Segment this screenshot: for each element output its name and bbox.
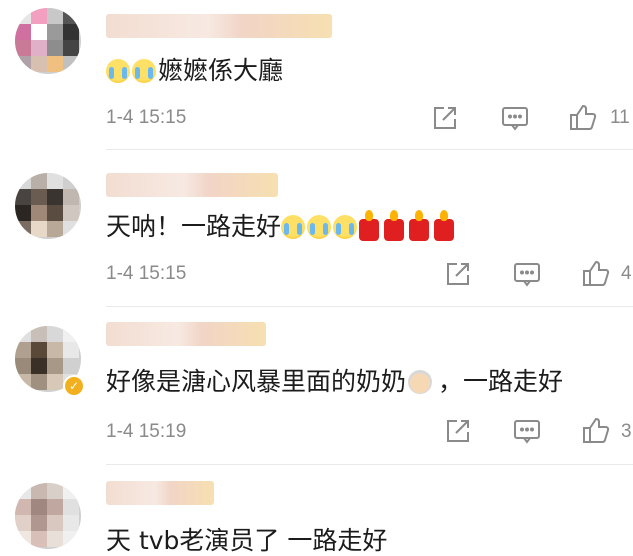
- share-icon[interactable]: [430, 103, 460, 133]
- comment-text: 天呐！一路走好: [106, 210, 459, 242]
- username[interactable]: [106, 322, 266, 346]
- comment-icon[interactable]: [512, 416, 542, 446]
- thumbs-up-icon[interactable]: [568, 102, 598, 132]
- cry-emoji: [307, 215, 332, 239]
- candle-emoji: [434, 210, 455, 241]
- thumbs-up-icon[interactable]: [581, 415, 611, 445]
- timestamp: 1-4 15:15: [106, 107, 187, 128]
- timestamp: 1-4 15:19: [106, 421, 187, 442]
- comment-icon[interactable]: [512, 259, 542, 289]
- like-count: 11: [610, 107, 630, 128]
- comment-text: 好像是溏心风暴里面的奶奶 ，一路走好: [106, 367, 563, 397]
- username[interactable]: [106, 481, 214, 505]
- username[interactable]: [106, 14, 332, 38]
- verified-badge: ✓: [63, 375, 85, 397]
- candle-emoji: [359, 210, 380, 241]
- share-icon[interactable]: [443, 259, 473, 289]
- cry-emoji: [106, 59, 130, 83]
- share-icon[interactable]: [443, 416, 473, 446]
- comment-text: 嬷嬷係大廳: [106, 56, 283, 86]
- cry-emoji: [333, 215, 358, 239]
- candle-emoji: [384, 210, 405, 241]
- comment-text: 天 tvb老演员了 一路走好: [106, 526, 387, 556]
- username[interactable]: [106, 173, 278, 197]
- divider: [106, 464, 633, 465]
- cry-emoji: [132, 59, 156, 83]
- timestamp: 1-4 15:15: [106, 263, 187, 284]
- comment-text-content: 天 tvb老演员了 一路走好: [106, 526, 388, 555]
- candle-emoji: [409, 210, 430, 241]
- comment-text-content: 天呐！一路走好: [106, 212, 282, 241]
- avatar[interactable]: [15, 173, 81, 239]
- divider: [106, 306, 633, 307]
- divider: [106, 149, 633, 150]
- avatar[interactable]: [15, 483, 81, 549]
- cry-emoji: [281, 215, 306, 239]
- comment-text-content: 好像是溏心风暴里面的奶奶: [106, 367, 407, 396]
- thumbs-up-icon[interactable]: [581, 258, 611, 288]
- grandma-emoji: [408, 370, 433, 394]
- comment-icon[interactable]: [500, 103, 530, 133]
- like-count: 4: [621, 263, 632, 284]
- like-count: 3: [621, 421, 632, 442]
- comment-text-suffix: ，一路走好: [438, 367, 564, 396]
- avatar[interactable]: [15, 8, 81, 74]
- comment-text-content: 嬷嬷係大廳: [158, 56, 284, 85]
